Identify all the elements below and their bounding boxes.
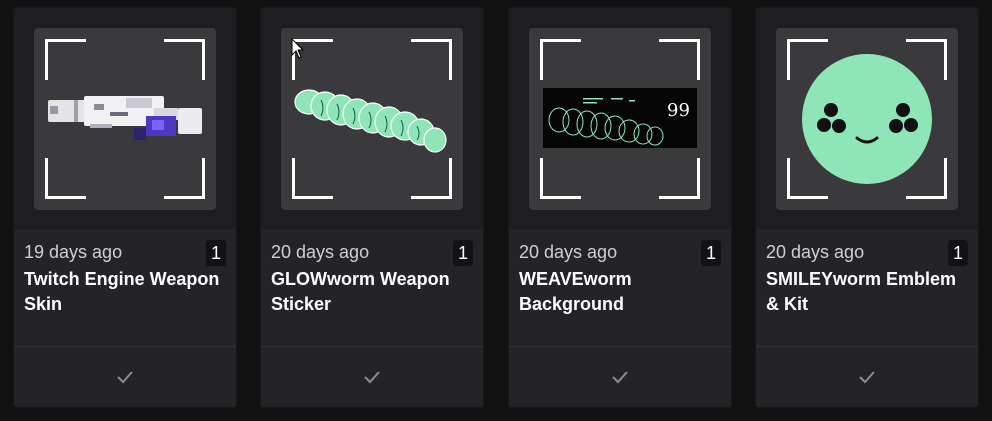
- frame-corner-icon: [164, 158, 205, 199]
- frame-corner-icon: [411, 39, 452, 80]
- reward-image-frame: [776, 28, 958, 210]
- reward-date: 20 days ago: [519, 242, 618, 262]
- reward-grid: 19 days ago 1 Twitch Engine Weapon Skin: [0, 0, 992, 421]
- frame-corner-icon: [906, 39, 947, 80]
- reward-date: 20 days ago: [766, 242, 865, 262]
- reward-count-badge: 1: [206, 240, 226, 266]
- reward-title: WEAVEworm Background: [519, 269, 632, 314]
- reward-count-badge: 1: [701, 240, 721, 266]
- frame-corner-icon: [292, 39, 333, 80]
- reward-media: [261, 8, 483, 230]
- frame-corner-icon: [659, 39, 700, 80]
- frame-corner-icon: [45, 39, 86, 80]
- checkmark-icon: [117, 371, 133, 384]
- reward-title: GLOWworm Weapon Sticker: [271, 269, 450, 314]
- reward-title: Twitch Engine Weapon Skin: [24, 269, 220, 314]
- frame-corner-icon: [787, 158, 828, 199]
- checkmark-icon: [612, 371, 628, 384]
- reward-media: 99: [509, 8, 731, 230]
- reward-count-badge: 1: [948, 240, 968, 266]
- frame-corner-icon: [659, 158, 700, 199]
- claim-button[interactable]: [14, 346, 236, 407]
- frame-corner-icon: [411, 158, 452, 199]
- claim-button[interactable]: [261, 346, 483, 407]
- reward-card[interactable]: 20 days ago 1 SMILEYworm Emblem & Kit: [756, 8, 978, 407]
- reward-image-frame: 99: [529, 28, 711, 210]
- reward-card[interactable]: 20 days ago 1 GLOWworm Weapon Sticker: [261, 8, 483, 407]
- frame-corner-icon: [45, 158, 86, 199]
- frame-corner-icon: [540, 39, 581, 80]
- claim-button[interactable]: [509, 346, 731, 407]
- checkmark-icon: [859, 371, 875, 384]
- reward-info: 20 days ago 1 SMILEYworm Emblem & Kit: [756, 230, 978, 346]
- reward-info: 20 days ago 1 GLOWworm Weapon Sticker: [261, 230, 483, 346]
- reward-info: 20 days ago 1 WEAVEworm Background: [509, 230, 731, 346]
- frame-corner-icon: [540, 158, 581, 199]
- reward-info: 19 days ago 1 Twitch Engine Weapon Skin: [14, 230, 236, 346]
- frame-corner-icon: [292, 158, 333, 199]
- frame-corner-icon: [164, 39, 205, 80]
- reward-card[interactable]: 99 20 days ago 1 WEAVEworm Background: [509, 8, 731, 407]
- reward-image-frame: [34, 28, 216, 210]
- frame-corner-icon: [906, 158, 947, 199]
- reward-image-frame: [281, 28, 463, 210]
- checkmark-icon: [364, 371, 380, 384]
- claim-button[interactable]: [756, 346, 978, 407]
- reward-title: SMILEYworm Emblem & Kit: [766, 269, 957, 314]
- reward-media: [14, 8, 236, 230]
- svg-text:99: 99: [667, 100, 690, 121]
- reward-date: 19 days ago: [24, 242, 123, 262]
- reward-media: [756, 8, 978, 230]
- reward-card[interactable]: 19 days ago 1 Twitch Engine Weapon Skin: [14, 8, 236, 407]
- reward-count-badge: 1: [453, 240, 473, 266]
- frame-corner-icon: [787, 39, 828, 80]
- reward-date: 20 days ago: [271, 242, 370, 262]
